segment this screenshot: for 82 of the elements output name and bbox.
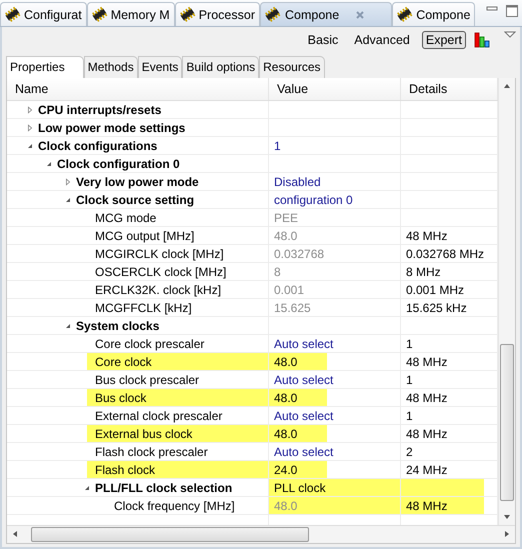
property-details: 48 MHz <box>406 390 448 406</box>
view-menu-icon[interactable] <box>504 31 516 39</box>
chip-icon <box>90 6 108 23</box>
editor-tab[interactable]: Configurat <box>0 2 87 26</box>
property-details: 15.625 kHz <box>406 300 467 316</box>
property-name: Bus clock <box>87 389 268 406</box>
column-header[interactable]: Name <box>7 78 269 100</box>
property-details: 1 <box>406 372 413 388</box>
property-value[interactable]: Disabled <box>274 173 321 190</box>
property-details: 0.001 MHz <box>406 282 464 298</box>
bar-chart-icon[interactable] <box>474 31 492 49</box>
property-value[interactable]: Auto select <box>274 443 334 460</box>
property-name: External clock prescaler <box>95 408 222 424</box>
chip-icon <box>264 6 281 23</box>
property-name: OSCERCLK clock [MHz] <box>95 264 226 280</box>
properties-tab[interactable]: Properties <box>6 56 84 78</box>
property-details: 48 MHz <box>406 228 448 244</box>
view-mode-button[interactable]: Basic <box>304 31 342 49</box>
property-value[interactable]: PLL clock <box>269 479 400 496</box>
property-name: Very low power mode <box>76 174 199 190</box>
expander-icon[interactable] <box>83 484 91 492</box>
expander-icon[interactable] <box>64 196 72 204</box>
property-name: Clock configurations <box>38 138 158 154</box>
property-value[interactable]: Auto select <box>274 407 334 424</box>
property-value[interactable]: 1 <box>274 137 281 154</box>
property-name: CPU interrupts/resets <box>38 102 162 118</box>
property-name: Core clock <box>87 353 268 370</box>
property-details: 1 <box>406 336 413 352</box>
editor-tab[interactable]: Compone <box>260 2 392 26</box>
maximize-icon[interactable] <box>505 4 519 18</box>
property-name: MCGIRCLK clock [MHz] <box>95 246 224 262</box>
property-value[interactable]: Auto select <box>274 371 334 388</box>
expander-icon[interactable] <box>45 160 53 168</box>
property-details: 48 MHz <box>406 426 448 442</box>
property-name: Core clock prescaler <box>95 336 204 352</box>
chip-icon <box>178 6 196 23</box>
property-details: 2 <box>406 444 413 460</box>
properties-tab[interactable]: Build options <box>182 56 260 78</box>
property-name: Clock frequency [MHz] <box>114 498 235 514</box>
property-name: Clock source setting <box>76 192 194 208</box>
property-name: ERCLK32K. clock [kHz] <box>95 282 222 298</box>
property-name: Bus clock prescaler <box>95 372 200 388</box>
properties-tab[interactable]: Resources <box>259 56 324 78</box>
expander-icon[interactable] <box>26 142 34 150</box>
property-value[interactable]: 48.0 <box>269 353 328 370</box>
property-name: Flash clock prescaler <box>95 444 208 460</box>
expander-icon[interactable] <box>64 322 72 330</box>
expander-icon[interactable] <box>26 106 34 114</box>
editor-tab[interactable]: Processor <box>174 2 260 26</box>
properties-tab[interactable]: Methods <box>84 56 138 78</box>
property-name: Clock configuration 0 <box>57 156 180 172</box>
property-name: External bus clock <box>87 425 268 442</box>
property-details: 24 MHz <box>406 462 448 478</box>
vertical-scrollbar[interactable] <box>498 78 515 525</box>
property-name: Low power mode settings <box>38 120 186 136</box>
property-details: 0.032768 MHz <box>406 246 484 262</box>
property-name: MCGFFCLK [kHz] <box>95 300 192 316</box>
horizontal-scrollbar[interactable] <box>7 525 515 543</box>
property-name: PLL/FLL clock selection <box>95 480 232 496</box>
property-name: System clocks <box>76 318 160 334</box>
view-mode-button[interactable]: Expert <box>422 31 466 49</box>
property-name: Flash clock <box>87 461 268 478</box>
expander-icon[interactable] <box>64 178 72 186</box>
property-value[interactable]: configuration 0 <box>274 191 353 208</box>
property-value[interactable]: 48.0 <box>269 389 328 406</box>
properties-tab[interactable]: Events <box>138 56 182 78</box>
property-value[interactable]: 24.0 <box>269 461 328 478</box>
chip-icon <box>396 6 414 23</box>
property-value[interactable]: Auto select <box>274 335 334 352</box>
property-name: MCG mode <box>95 210 156 226</box>
view-mode-button[interactable]: Advanced <box>350 31 414 49</box>
column-header[interactable]: Value <box>269 78 401 100</box>
editor-tab[interactable]: Memory M <box>86 2 175 26</box>
property-details: 48 MHz <box>401 497 484 514</box>
property-value[interactable]: 48.0 <box>269 425 328 442</box>
property-details: 8 MHz <box>406 264 441 280</box>
property-details: 48 MHz <box>406 354 448 370</box>
editor-tab[interactable]: Compone <box>392 2 476 26</box>
chip-icon <box>4 6 21 23</box>
property-details: 1 <box>406 408 413 424</box>
expander-icon[interactable] <box>26 124 34 132</box>
property-name: MCG output [MHz] <box>95 228 194 244</box>
